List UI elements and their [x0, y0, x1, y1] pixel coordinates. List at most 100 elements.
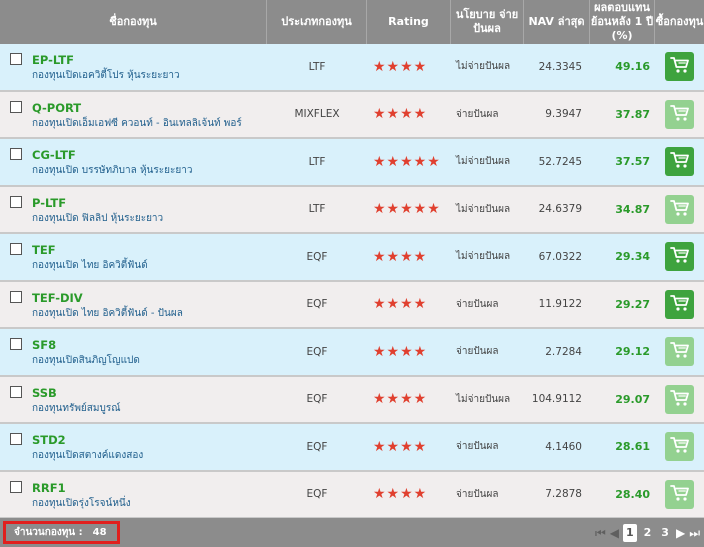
header-rating[interactable]: Rating — [367, 0, 451, 44]
fund-full-name: กองทุนเปิดรุ่งโรจน์หนึ่ง — [32, 497, 131, 509]
rating-stars: ★★★★ — [373, 438, 428, 455]
return-value: 28.61 — [615, 440, 650, 454]
return-value: 34.87 — [615, 202, 650, 216]
rating-cell: ★★★★★ — [367, 187, 451, 233]
select-checkbox[interactable] — [10, 433, 22, 445]
fund-code-link[interactable]: EP-LTF — [32, 52, 180, 68]
cart-glyph — [669, 389, 689, 406]
last-page-icon[interactable]: ⏭ — [689, 524, 700, 542]
first-page-icon[interactable]: ⏮ — [595, 524, 606, 542]
header-fund-type[interactable]: ประเภทกองทุน — [267, 0, 367, 44]
page-1-link[interactable]: 1 — [622, 524, 637, 542]
buy-cart-button[interactable] — [665, 432, 694, 462]
buy-cart-button[interactable] — [665, 289, 694, 319]
cart-glyph — [669, 484, 689, 501]
fund-code-link[interactable]: SF8 — [32, 337, 140, 353]
rating-cell: ★★★★ — [367, 377, 451, 423]
nav-value: 2.7284 — [545, 345, 582, 358]
buy-cart-button[interactable] — [665, 242, 694, 272]
fund-name-block: RRF1 กองทุนเปิดรุ่งโรจน์หนึ่ง — [32, 480, 131, 512]
table-row: Q-PORT กองทุนเปิดเอ็มเอฟซี ควอนท์ - อินเท… — [0, 91, 704, 139]
fund-full-name: กองทุนเปิดเอควิตี้โปร หุ้นระยะยาว — [32, 70, 180, 81]
table-row: EP-LTF กองทุนเปิดเอควิตี้โปร หุ้นระยะยาว L… — [0, 44, 704, 92]
buy-cart-button[interactable] — [665, 99, 694, 129]
nav-value: 52.7245 — [538, 155, 582, 168]
select-checkbox[interactable] — [10, 53, 22, 65]
fund-full-name: กองทุนเปิด บรรษัทภิบาล หุ้นระยะยาว — [32, 165, 193, 176]
header-fund-name[interactable]: ชื่อกองทุน — [0, 0, 267, 44]
header-buy: ซื้อกองทุน — [655, 15, 704, 28]
fund-name-cell: STD2 กองทุนเปิดสตางค์แดงสอง — [0, 424, 267, 470]
next-page-icon[interactable]: ▶ — [676, 524, 685, 542]
shopping-cart-icon — [669, 56, 690, 77]
buy-cart-button[interactable] — [665, 52, 694, 82]
buy-cart-button[interactable] — [665, 147, 694, 177]
page-3-link[interactable]: 3 — [658, 524, 672, 542]
cart-glyph — [669, 104, 689, 121]
fund-name-block: EP-LTF กองทุนเปิดเอควิตี้โปร หุ้นระยะยาว — [32, 52, 180, 84]
select-checkbox[interactable] — [10, 385, 22, 398]
nav-value: 24.3345 — [538, 60, 582, 73]
fund-type: EQF — [306, 250, 328, 263]
fund-type: LTF — [308, 155, 326, 168]
fund-code-link[interactable]: TEF-DIV — [32, 290, 183, 306]
buy-cart-button[interactable] — [665, 337, 694, 367]
select-checkbox[interactable] — [10, 243, 22, 255]
fund-code-link[interactable]: TEF — [32, 242, 148, 258]
return-value: 29.27 — [615, 297, 650, 311]
return-value: 49.16 — [615, 60, 650, 74]
table-header: ชื่อกองทุน ประเภทกองทุน Rating นโยบาย จ่… — [0, 0, 704, 44]
table-row: SF8 กองทุนเปิดสินภิญโญแปด EQF ★★★★ จ่ายปันผล… — [0, 329, 704, 377]
fund-full-name: กองทุนเปิด ไทย อิควิตี้ฟันด์ - ปันผล — [32, 307, 183, 319]
shopping-cart-icon — [669, 389, 690, 410]
header-dividend-policy[interactable]: นโยบาย จ่ายปันผล — [451, 0, 524, 44]
buy-cell — [655, 139, 704, 185]
fund-full-name: กองทุนเปิดสินภิญโญแปด — [32, 355, 140, 366]
buy-cell — [655, 282, 704, 328]
select-checkbox[interactable] — [10, 100, 22, 113]
fund-code-link[interactable]: CG-LTF — [32, 147, 192, 163]
fund-code-link[interactable]: P-LTF — [32, 195, 163, 211]
buy-cell — [655, 234, 704, 280]
cart-glyph — [669, 152, 689, 168]
fund-type: EQF — [306, 393, 328, 406]
buy-cart-button[interactable] — [665, 479, 694, 509]
select-checkbox[interactable] — [10, 148, 22, 160]
fund-name-block: TEF กองทุนเปิด ไทย อิควิตี้ฟันด์ — [32, 242, 148, 274]
cart-glyph — [669, 57, 689, 73]
rating-stars: ★★★★ — [373, 486, 428, 503]
nav-value: 9.3947 — [545, 108, 582, 121]
rating-stars: ★★★★ — [373, 248, 428, 265]
dividend-policy: ไม่จ่ายปันผล — [456, 251, 511, 263]
fund-code-link[interactable]: RRF1 — [32, 480, 131, 496]
select-checkbox[interactable] — [10, 338, 22, 350]
buy-cart-button[interactable] — [665, 194, 694, 224]
header-nav[interactable]: NAV ล่าสุด — [524, 0, 590, 44]
fund-name-cell: SSB กองทุนทรัพย์สมบูรณ์ — [0, 377, 267, 423]
select-checkbox[interactable] — [10, 480, 22, 493]
select-checkbox[interactable] — [10, 195, 22, 208]
select-checkbox[interactable] — [10, 290, 22, 303]
fund-full-name: กองทุนเปิด ไทย อิควิตี้ฟันด์ — [32, 260, 148, 271]
fund-name-block: STD2 กองทุนเปิดสตางค์แดงสอง — [32, 432, 143, 464]
rating-cell: ★★★★ — [367, 424, 451, 470]
nav-value: 24.6379 — [538, 203, 582, 216]
fund-code-link[interactable]: Q-PORT — [32, 100, 242, 116]
page-2-link[interactable]: 2 — [641, 524, 655, 542]
cart-glyph — [669, 247, 689, 263]
buy-cell — [655, 329, 704, 375]
fund-name-cell: CG-LTF กองทุนเปิด บรรษัทภิบาล หุ้นระยะยาว — [0, 139, 267, 185]
fund-name-cell: P-LTF กองทุนเปิด ฟิลลิป หุ้นระยะยาว — [0, 187, 267, 233]
buy-cart-button[interactable] — [665, 384, 694, 414]
nav-value: 67.0322 — [538, 250, 582, 263]
shopping-cart-icon — [669, 294, 690, 315]
shopping-cart-icon — [669, 484, 690, 505]
prev-page-icon[interactable]: ◀ — [610, 524, 619, 542]
fund-code-link[interactable]: SSB — [32, 385, 120, 401]
fund-code-link[interactable]: STD2 — [32, 432, 143, 448]
pagination: ⏮ ◀ 1 2 3 ▶ ⏭ — [595, 524, 700, 542]
table-row: SSB กองทุนทรัพย์สมบูรณ์ EQF ★★★★ ไม่จ่ายปันผ… — [0, 376, 704, 424]
rating-cell: ★★★★ — [367, 329, 451, 375]
header-return-1y[interactable]: ผลตอบแทนย้อนหลัง 1 ปี (%) — [590, 0, 655, 44]
fund-type: EQF — [306, 440, 328, 453]
